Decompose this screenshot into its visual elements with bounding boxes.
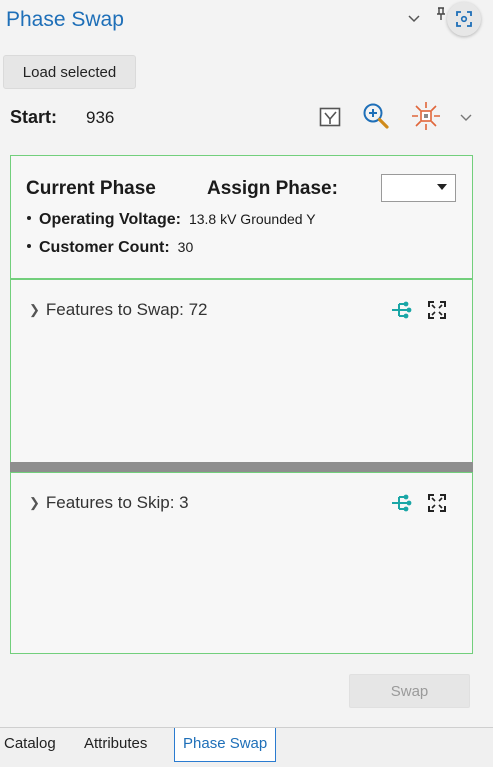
features-to-swap-panel: ❯ Features to Swap: 72 (10, 279, 473, 462)
pane-options-chevron-icon[interactable] (408, 10, 420, 27)
flash-feature-button[interactable] (410, 100, 442, 132)
more-options-chevron-icon[interactable] (455, 106, 477, 128)
fullscreen-icon (428, 301, 446, 319)
select-feature-button[interactable] (316, 103, 344, 131)
tab-phase-swap[interactable]: Phase Swap (174, 728, 277, 762)
expand-chevron-icon: ❯ (29, 302, 40, 317)
tab-attributes[interactable]: Attributes (84, 728, 147, 759)
pane-title: Phase Swap (6, 8, 124, 31)
start-value: 936 (86, 108, 115, 127)
bullet-icon (27, 243, 31, 248)
pin-icon[interactable] (436, 7, 446, 24)
features-to-skip-label: Features to Skip: 3 (45, 493, 189, 512)
trace-network-button[interactable] (389, 491, 413, 515)
screen-capture-icon (456, 11, 472, 27)
customer-count-row: Customer Count: 30 (27, 239, 193, 257)
select-feature-icon (319, 107, 341, 127)
pane-tabstrip: Catalog Attributes Phase Swap (0, 727, 493, 767)
network-trace-icon (392, 301, 412, 319)
operating-voltage-row: Operating Voltage: 13.8 kV Grounded Y (27, 211, 316, 229)
panel-splitter[interactable] (10, 462, 473, 472)
features-to-swap-label: Features to Swap: 72 (45, 300, 208, 319)
screen-capture-button[interactable] (447, 2, 481, 36)
swap-button[interactable]: Swap (349, 674, 470, 708)
customer-count-label: Customer Count: (39, 239, 170, 256)
current-phase-label: Current Phase (26, 178, 156, 199)
assign-phase-dropdown[interactable] (381, 174, 456, 202)
start-label: Start: (10, 107, 58, 127)
expand-view-button[interactable] (425, 298, 449, 322)
customer-count-value: 30 (177, 239, 194, 255)
assign-phase-label: Assign Phase: (207, 178, 338, 199)
expand-view-button[interactable] (425, 491, 449, 515)
network-trace-icon (392, 494, 412, 512)
tab-catalog[interactable]: Catalog (4, 728, 56, 759)
bullet-icon (27, 215, 31, 220)
load-selected-button[interactable]: Load selected (3, 55, 136, 89)
dropdown-caret-icon (437, 184, 447, 190)
flash-icon (412, 102, 440, 130)
zoom-in-icon (363, 103, 389, 129)
fullscreen-icon (428, 494, 446, 512)
features-to-skip-panel: ❯ Features to Skip: 3 (10, 472, 473, 654)
features-to-skip-header[interactable]: ❯ Features to Skip: 3 (29, 493, 189, 513)
operating-voltage-label: Operating Voltage: (39, 211, 181, 228)
zoom-to-button[interactable] (360, 100, 392, 132)
pane-titlebar: Phase Swap (0, 0, 493, 44)
expand-chevron-icon: ❯ (29, 495, 40, 510)
operating-voltage-value: 13.8 kV Grounded Y (188, 211, 316, 227)
trace-network-button[interactable] (389, 298, 413, 322)
features-to-swap-header[interactable]: ❯ Features to Swap: 72 (29, 300, 208, 320)
phase-panel: Current Phase Assign Phase: Operating Vo… (10, 155, 473, 279)
